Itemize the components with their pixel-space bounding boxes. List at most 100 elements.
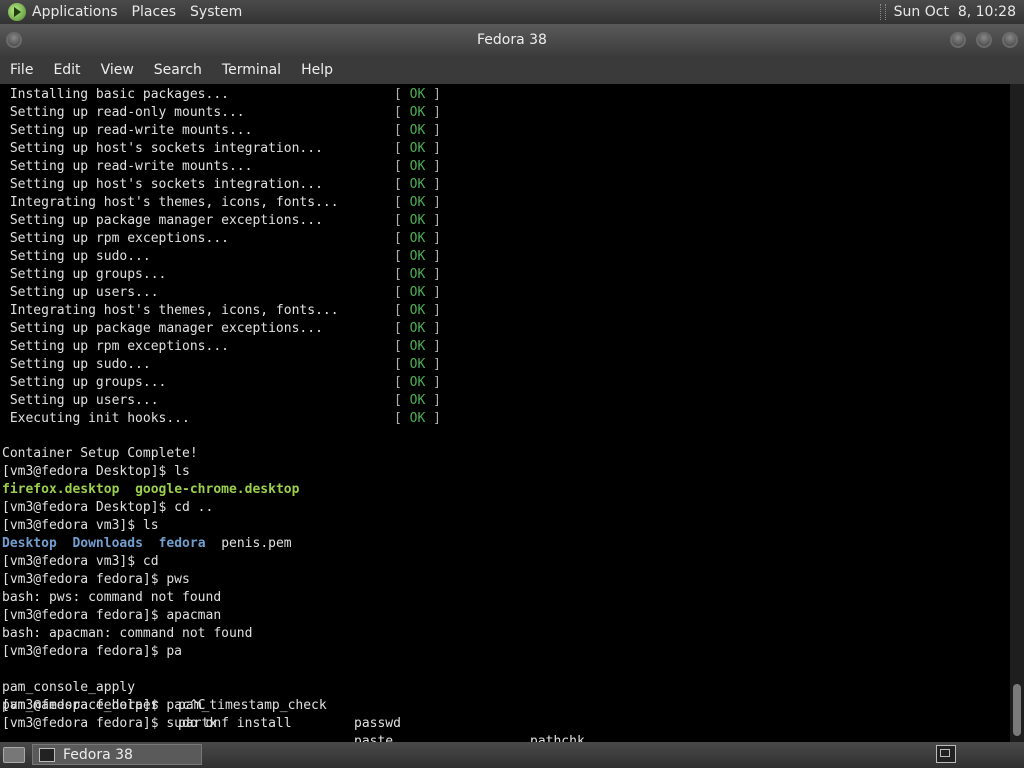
- ok-marker: [ OK ]: [394, 158, 441, 176]
- ok-marker: [ OK ]: [394, 320, 441, 338]
- ok-text: OK: [409, 213, 426, 228]
- menu-terminal[interactable]: Terminal: [212, 62, 291, 78]
- ok-close-bracket: ]: [425, 87, 441, 102]
- panel-separator: [879, 4, 886, 20]
- status-line: Executing init hooks...: [2, 411, 190, 426]
- close-icon[interactable]: [1002, 32, 1018, 48]
- status-line: Installing basic packages...: [2, 87, 229, 102]
- ok-marker: [ OK ]: [394, 86, 441, 104]
- ok-text: OK: [409, 375, 426, 390]
- ok-close-bracket: ]: [425, 249, 441, 264]
- ok-open-bracket: [: [394, 249, 410, 264]
- error-line: bash: apacman: command not found: [2, 626, 253, 641]
- ok-open-bracket: [: [394, 285, 410, 300]
- panel-right: Sun Oct 8, 10:28: [879, 4, 1016, 20]
- ok-open-bracket: [: [394, 231, 410, 246]
- ok-open-bracket: [: [394, 195, 410, 210]
- ok-text: OK: [409, 231, 426, 246]
- ok-text: OK: [409, 303, 426, 318]
- ok-marker: [ OK ]: [394, 230, 441, 248]
- places-menu[interactable]: Places: [132, 4, 177, 20]
- ok-marker: [ OK ]: [394, 356, 441, 374]
- status-line: Setting up users...: [2, 393, 159, 408]
- ok-open-bracket: [: [394, 159, 410, 174]
- taskbar-window-button[interactable]: Fedora 38: [32, 744, 202, 765]
- ok-open-bracket: [: [394, 303, 410, 318]
- menu-help[interactable]: Help: [291, 62, 343, 78]
- ok-open-bracket: [: [394, 411, 410, 426]
- ok-open-bracket: [: [394, 177, 410, 192]
- ok-text: OK: [409, 123, 426, 138]
- ok-marker: [ OK ]: [394, 212, 441, 230]
- ok-marker: [ OK ]: [394, 338, 441, 356]
- ok-text: OK: [409, 141, 426, 156]
- ok-text: OK: [409, 321, 426, 336]
- ok-marker: [ OK ]: [394, 140, 441, 158]
- minimize-icon[interactable]: [950, 32, 966, 48]
- ls-output-line: firefox.desktop google-chrome.desktop: [2, 481, 299, 499]
- menu-view[interactable]: View: [91, 62, 144, 78]
- status-line: Setting up host's sockets integration...: [2, 177, 323, 192]
- ok-open-bracket: [: [394, 87, 410, 102]
- ok-close-bracket: ]: [425, 177, 441, 192]
- prompt-line: [vm3@fedora fedora]$ pws: [2, 572, 190, 587]
- current-prompt-line: [vm3@fedora fedora]$ sudo dnf install: [2, 716, 292, 731]
- system-menu[interactable]: System: [190, 4, 242, 20]
- ok-text: OK: [409, 159, 426, 174]
- ok-close-bracket: ]: [425, 213, 441, 228]
- ok-text: OK: [409, 249, 426, 264]
- menu-file[interactable]: File: [0, 62, 43, 78]
- status-line: Setting up users...: [2, 285, 159, 300]
- status-line: Setting up groups...: [2, 267, 167, 282]
- menu-search[interactable]: Search: [144, 62, 212, 78]
- terminal-menubar: File Edit View Search Terminal Help: [0, 56, 1024, 84]
- maximize-icon[interactable]: [976, 32, 992, 48]
- status-line: Setting up sudo...: [2, 249, 151, 264]
- dir-downloads: Downloads: [72, 536, 143, 551]
- ok-marker: [ OK ]: [394, 284, 441, 302]
- window-titlebar[interactable]: Fedora 38: [0, 24, 1024, 56]
- ok-open-bracket: [: [394, 393, 410, 408]
- ok-close-bracket: ]: [425, 159, 441, 174]
- file-google-chrome-desktop: google-chrome.desktop: [135, 482, 300, 497]
- file-pem: penis.pem: [221, 536, 292, 551]
- status-line: Setting up package manager exceptions...: [2, 321, 323, 336]
- prompt-line: [vm3@fedora fedora]$ pa: [2, 644, 183, 659]
- ok-open-bracket: [: [394, 213, 410, 228]
- applications-menu[interactable]: Applications: [32, 4, 118, 20]
- clock[interactable]: Sun Oct 8, 10:28: [894, 4, 1016, 20]
- ok-close-bracket: ]: [425, 303, 441, 318]
- status-line: Setting up host's sockets integration...: [2, 141, 323, 156]
- ok-close-bracket: ]: [425, 267, 441, 282]
- status-line: Setting up groups...: [2, 375, 167, 390]
- ok-close-bracket: ]: [425, 141, 441, 156]
- completion-row: pam_console_apply pam_timestamp_check pa…: [2, 661, 1002, 742]
- status-line: Setting up rpm exceptions...: [2, 339, 229, 354]
- scrollbar-thumb[interactable]: [1013, 684, 1021, 736]
- ok-text: OK: [409, 177, 426, 192]
- status-line: Setting up read-write mounts...: [2, 159, 253, 174]
- terminal-icon: [39, 747, 55, 762]
- ok-text: OK: [409, 267, 426, 282]
- ok-close-bracket: ]: [425, 339, 441, 354]
- workspace-switcher-icon[interactable]: [936, 745, 956, 763]
- ok-open-bracket: [: [394, 141, 410, 156]
- show-desktop-icon[interactable]: [3, 747, 25, 763]
- ok-open-bracket: [: [394, 357, 410, 372]
- ok-marker: [ OK ]: [394, 248, 441, 266]
- ok-text: OK: [409, 105, 426, 120]
- status-line: Setting up rpm exceptions...: [2, 231, 229, 246]
- menu-edit[interactable]: Edit: [43, 62, 90, 78]
- prompt-line: [vm3@fedora Desktop]$ cd ..: [2, 500, 214, 515]
- completion-item: passwd: [354, 716, 401, 731]
- taskbar-window-label: Fedora 38: [63, 746, 133, 763]
- dir-fedora: fedora: [158, 536, 206, 551]
- terminal-output[interactable]: Installing basic packages... [ OK ] Setti…: [0, 84, 1010, 742]
- ok-marker: [ OK ]: [394, 392, 441, 410]
- ok-open-bracket: [: [394, 105, 410, 120]
- ok-marker: [ OK ]: [394, 104, 441, 122]
- gnome-foot-icon[interactable]: [8, 3, 26, 21]
- completion-item: pathchk: [530, 734, 585, 742]
- terminal-scrollbar[interactable]: [1010, 84, 1024, 742]
- ok-marker: [ OK ]: [394, 266, 441, 284]
